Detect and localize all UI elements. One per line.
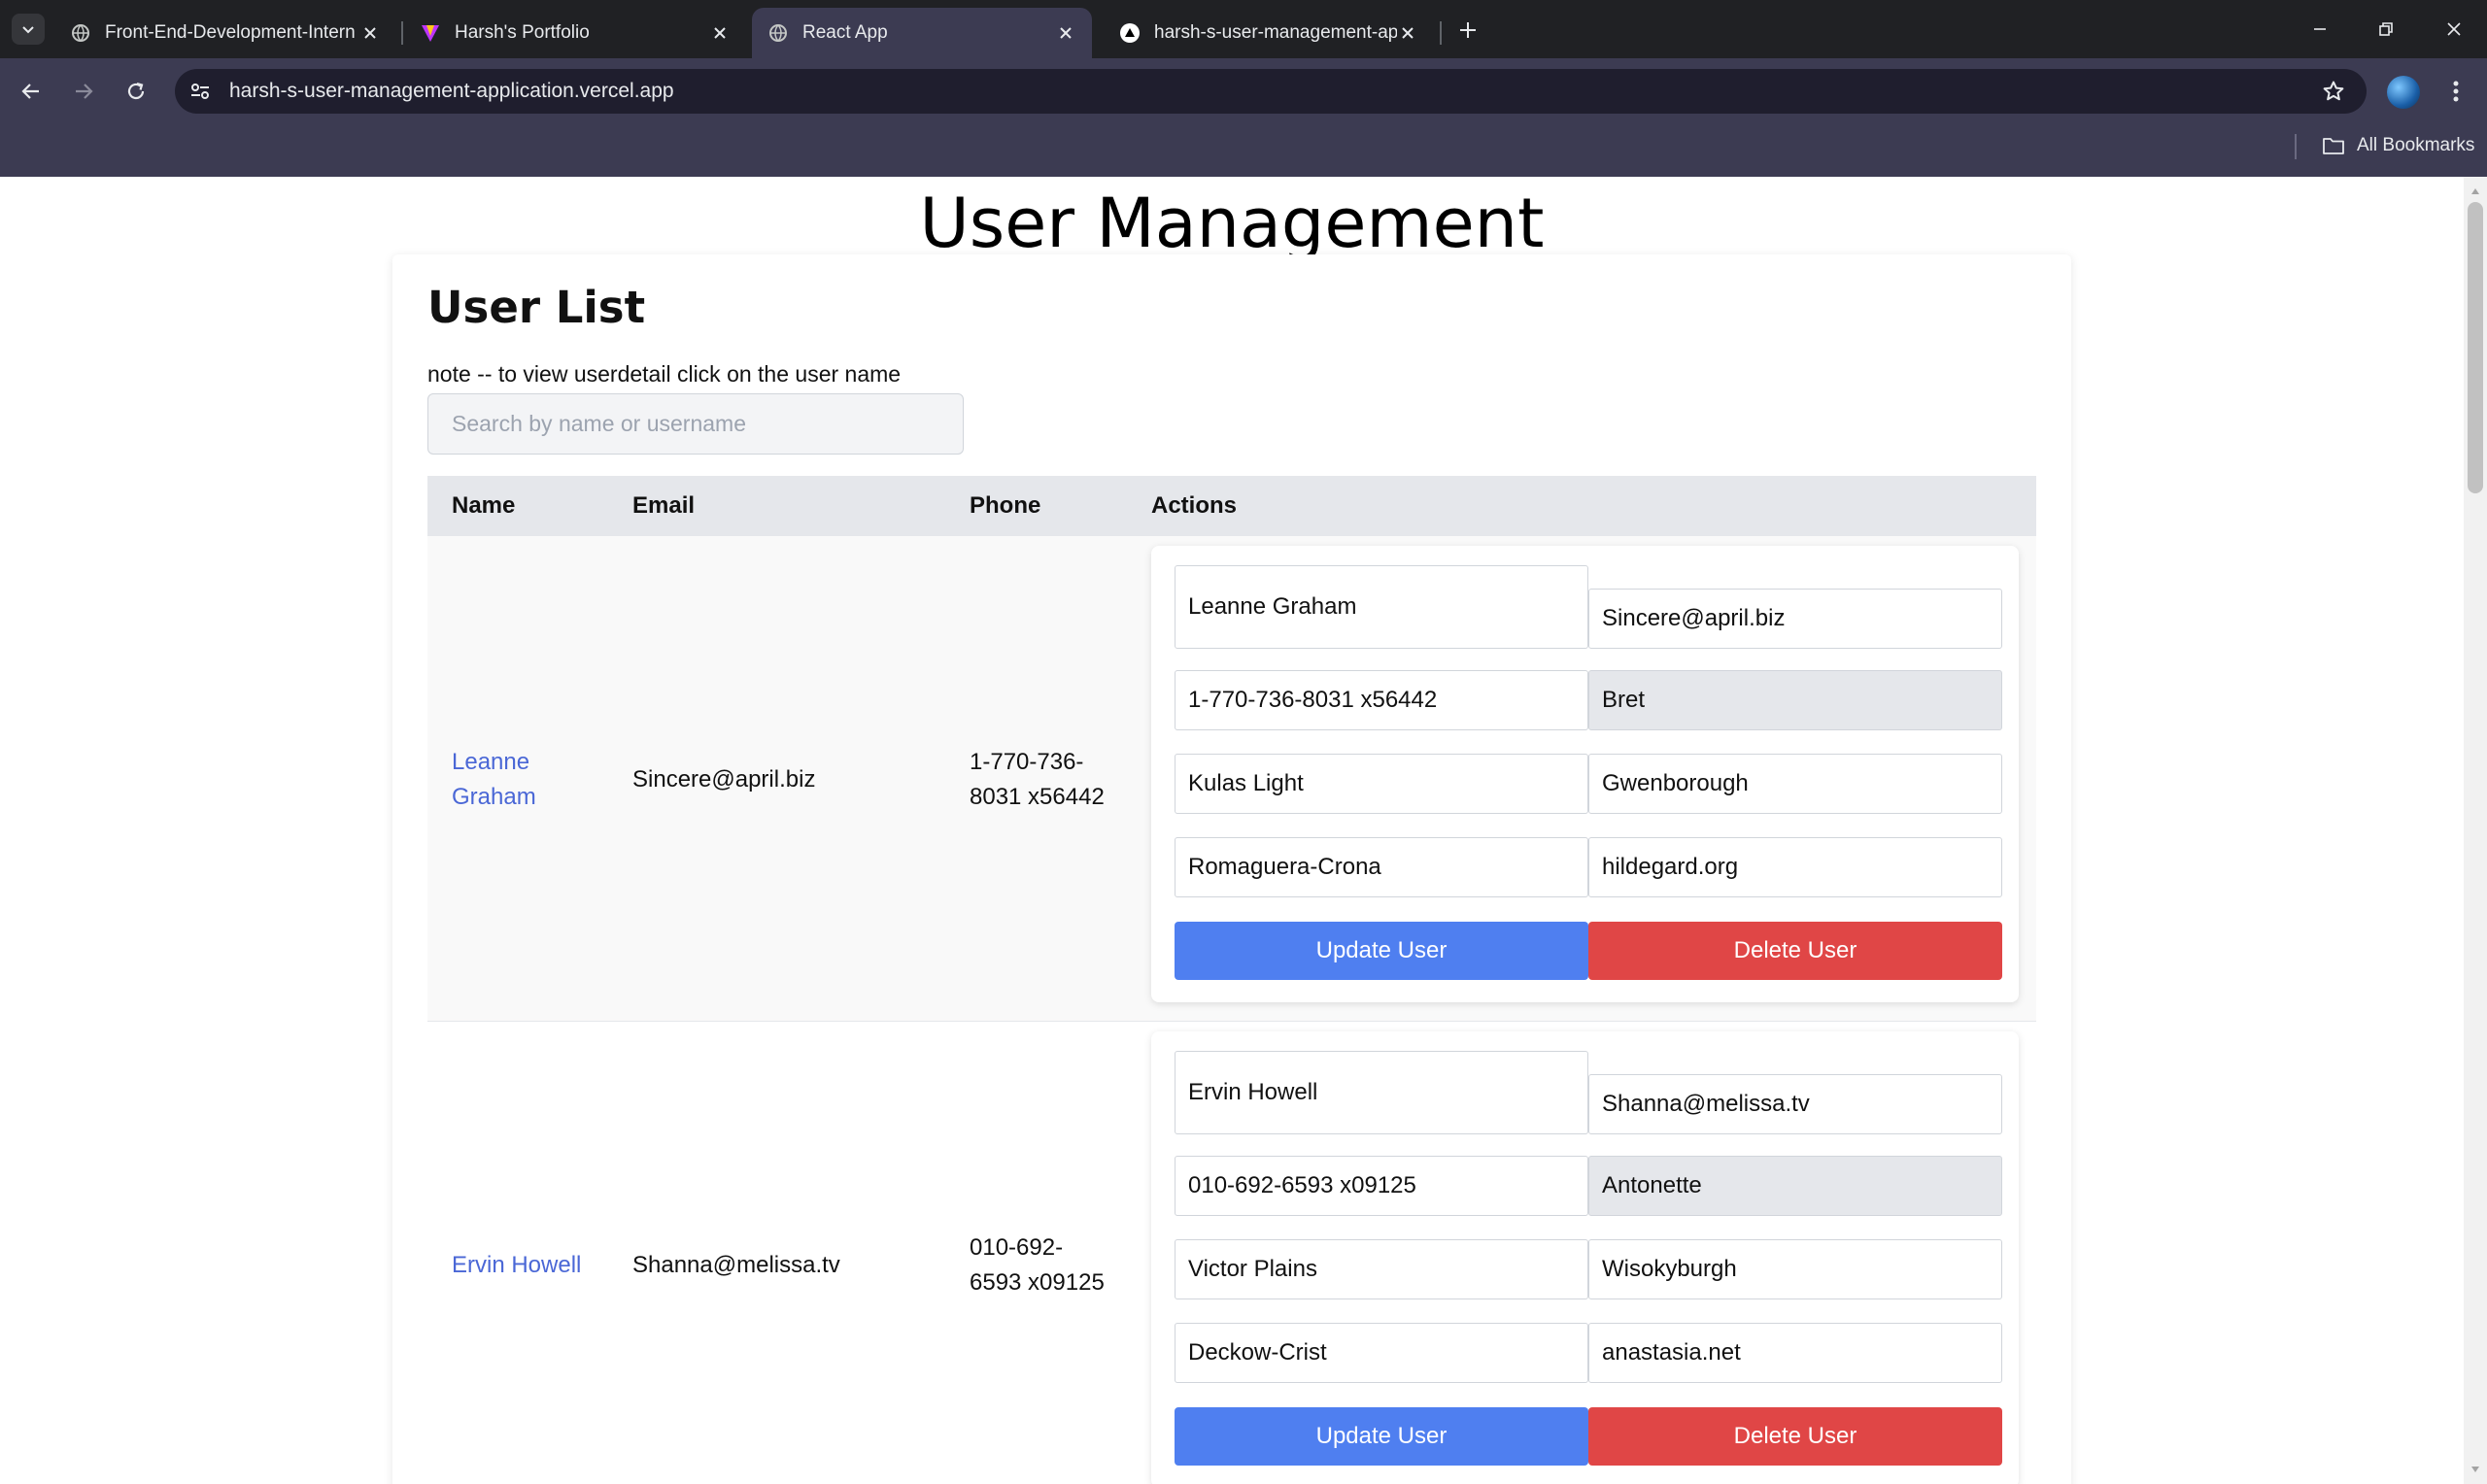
all-bookmarks-button[interactable]: All Bookmarks [2322, 130, 2474, 161]
user-phone-line: 6593 x09125 [970, 1269, 1105, 1296]
page-scrollbar[interactable] [2464, 177, 2487, 1484]
website-field[interactable] [1588, 837, 2002, 897]
back-button[interactable] [12, 72, 51, 111]
close-icon[interactable] [1397, 22, 1418, 44]
url-text[interactable]: harsh-s-user-management-application.verc… [229, 80, 2314, 103]
table-row: Leanne Graham Sincere@april.biz 1-770-73… [427, 536, 2036, 1022]
username-field [1588, 1156, 2002, 1216]
restore-icon [2379, 22, 2393, 36]
email-field[interactable] [1588, 1074, 2002, 1134]
edit-user-form: Update User Delete User [1151, 546, 2019, 1002]
page-title: User Management [919, 184, 1545, 263]
page-viewport: User Management User List note -- to vie… [0, 177, 2464, 1484]
city-field[interactable] [1588, 1239, 2002, 1299]
arrow-right-icon [76, 84, 93, 99]
globe-icon [70, 22, 91, 44]
more-vertical-icon [2453, 81, 2459, 102]
user-list-heading: User List [427, 282, 646, 333]
phone-field[interactable] [1175, 670, 1588, 730]
close-icon[interactable] [359, 22, 381, 44]
column-header-email: Email [632, 492, 696, 519]
vite-logo-icon [420, 22, 441, 44]
tab-strip: Front-End-Development-Intern Harsh's Por… [0, 0, 2487, 58]
plus-icon [1460, 22, 1476, 38]
edit-user-form: Update User Delete User [1151, 1031, 2019, 1484]
tab-separator [1440, 21, 1442, 45]
tab-title: Harsh's Portfolio [455, 22, 590, 43]
company-field[interactable] [1175, 1323, 1588, 1383]
arrow-left-icon [21, 84, 39, 99]
close-icon[interactable] [709, 22, 731, 44]
close-icon[interactable] [1055, 22, 1076, 44]
table-row: Ervin Howell Shanna@melissa.tv 010-692- … [427, 1022, 2036, 1484]
user-email: Sincere@april.biz [632, 766, 816, 793]
user-phone: 010-692- 6593 x09125 [970, 1231, 1105, 1300]
update-user-button[interactable]: Update User [1175, 922, 1588, 980]
user-name-link[interactable]: Leanne Graham [452, 745, 536, 815]
tab-search-button[interactable] [12, 14, 45, 45]
scroll-up-icon[interactable] [2464, 181, 2487, 202]
folder-icon [2323, 138, 2344, 154]
name-field[interactable] [1175, 565, 1588, 649]
forward-button[interactable] [64, 72, 103, 111]
user-name-link[interactable]: Ervin Howell [452, 1248, 581, 1283]
chevron-down-icon [22, 26, 34, 34]
table-header: Name Email Phone Actions [427, 476, 2036, 536]
user-phone-line: 1-770-736- [970, 749, 1084, 775]
column-header-actions: Actions [1151, 492, 1238, 519]
bookmarks-separator [2295, 134, 2297, 159]
minimize-icon [2314, 28, 2326, 30]
website-field[interactable] [1588, 1323, 2002, 1383]
globe-icon [767, 22, 789, 44]
site-info-icon[interactable] [183, 74, 218, 109]
profile-avatar[interactable] [2387, 76, 2420, 109]
tab-harshs-portfolio[interactable]: Harsh's Portfolio [404, 8, 746, 58]
tab-separator [401, 21, 403, 45]
column-header-phone: Phone [970, 492, 1041, 519]
phone-field[interactable] [1175, 1156, 1588, 1216]
street-field[interactable] [1175, 1239, 1588, 1299]
scrollbar-thumb[interactable] [2468, 202, 2483, 493]
username-field [1588, 670, 2002, 730]
user-phone-line: 010-692- [970, 1234, 1064, 1261]
usage-note: note -- to view userdetail click on the … [427, 361, 902, 387]
tab-vercel-app[interactable]: harsh-s-user-management-app [1104, 8, 1434, 58]
delete-user-button[interactable]: Delete User [1588, 922, 2002, 980]
user-email: Shanna@melissa.tv [632, 1252, 840, 1278]
user-name-line: Graham [452, 784, 536, 810]
column-header-name: Name [452, 492, 516, 519]
address-bar[interactable]: harsh-s-user-management-application.verc… [175, 69, 2367, 114]
user-phone-line: 8031 x56442 [970, 784, 1105, 810]
city-field[interactable] [1588, 754, 2002, 814]
close-window-button[interactable] [2431, 10, 2477, 49]
vercel-logo-icon [1119, 22, 1141, 44]
tab-title: harsh-s-user-management-app [1154, 22, 1397, 43]
email-field[interactable] [1588, 589, 2002, 649]
tab-title: React App [802, 22, 888, 43]
user-phone: 1-770-736- 8031 x56442 [970, 745, 1105, 815]
reload-icon [127, 82, 145, 100]
tab-title: Front-End-Development-Intern [105, 22, 356, 43]
minimize-button[interactable] [2297, 10, 2343, 49]
street-field[interactable] [1175, 754, 1588, 814]
user-name-line: Leanne [452, 749, 530, 775]
restore-button[interactable] [2363, 10, 2409, 49]
company-field[interactable] [1175, 837, 1588, 897]
search-input[interactable] [427, 393, 964, 455]
close-icon [2447, 22, 2461, 36]
tab-front-end-development[interactable]: Front-End-Development-Intern [54, 8, 396, 58]
update-user-button[interactable]: Update User [1175, 1407, 1588, 1466]
bookmark-star-icon[interactable] [2314, 72, 2353, 111]
tab-react-app[interactable]: React App [752, 8, 1092, 58]
new-tab-button[interactable] [1451, 14, 1484, 47]
browser-menu-button[interactable] [2436, 72, 2475, 111]
all-bookmarks-label: All Bookmarks [2357, 135, 2475, 155]
bookmarks-bar [0, 118, 2487, 177]
name-field[interactable] [1175, 1051, 1588, 1134]
scroll-down-icon[interactable] [2464, 1459, 2487, 1480]
reload-button[interactable] [117, 72, 155, 111]
delete-user-button[interactable]: Delete User [1588, 1407, 2002, 1466]
